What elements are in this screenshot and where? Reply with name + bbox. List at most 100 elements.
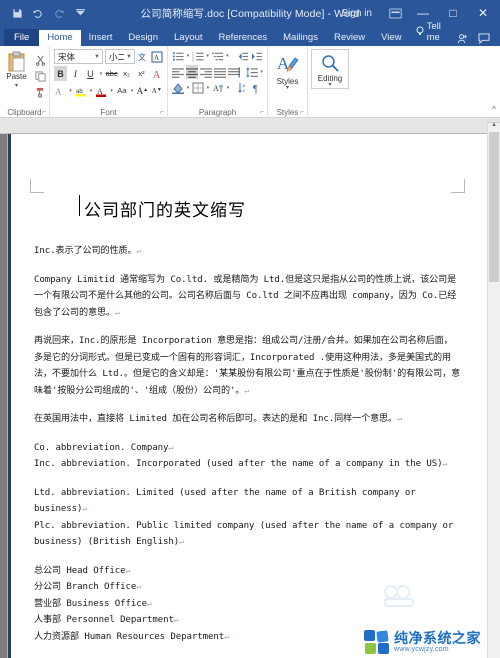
editing-button[interactable]: Editing ▾: [311, 49, 349, 89]
shadow-caret-icon[interactable]: ▾: [68, 88, 72, 94]
vertical-scrollbar[interactable]: ▲: [487, 118, 500, 658]
text-highlight-color-icon[interactable]: ab: [75, 83, 87, 98]
change-case-caret-icon[interactable]: ▾: [130, 88, 134, 94]
align-left-icon[interactable]: [172, 65, 184, 79]
cut-icon[interactable]: [34, 53, 48, 67]
customize-quick-access-icon[interactable]: [71, 4, 89, 22]
subscript-button[interactable]: x₂: [120, 66, 133, 81]
tab-references[interactable]: References: [211, 30, 276, 47]
multilevel-caret-icon[interactable]: ▾: [226, 53, 230, 59]
ghost-watermark: [379, 583, 425, 612]
bullets-caret-icon[interactable]: ▾: [186, 53, 190, 59]
styles-caret-icon[interactable]: ▾: [286, 85, 289, 91]
pilcrow-icon: ↵: [136, 582, 141, 591]
bold-button[interactable]: B: [54, 66, 67, 81]
undo-icon[interactable]: [29, 4, 47, 22]
editing-caret-icon[interactable]: ▾: [328, 82, 331, 88]
borders-caret-icon[interactable]: ▾: [206, 85, 210, 91]
document-heading: 公司部门的英文缩写: [79, 195, 461, 221]
word-window: 公司简称缩写.doc [Compatibility Mode] - Word S…: [0, 0, 500, 658]
text-highlight-shadow-icon[interactable]: A: [54, 83, 66, 98]
line-spacing-caret-icon[interactable]: ▾: [260, 69, 263, 75]
close-button[interactable]: ✕: [468, 0, 498, 26]
distributed-align-icon[interactable]: [228, 65, 240, 79]
ribbon-display-options-icon[interactable]: [382, 3, 408, 23]
align-center-icon[interactable]: [186, 65, 198, 79]
increase-indent-icon[interactable]: [251, 49, 263, 63]
split-window-handle[interactable]: [488, 118, 500, 123]
styles-dialog-launcher[interactable]: ⌐: [300, 109, 304, 116]
sort-icon[interactable]: AZ: [237, 81, 249, 95]
document-content[interactable]: 公司部门的英文缩写 Inc.表示了公司的性质。↵ Company Limitid…: [8, 134, 487, 645]
share-account-icon[interactable]: [452, 30, 472, 46]
multilevel-list-icon[interactable]: [211, 49, 224, 63]
paste-button[interactable]: Paste ▾: [2, 51, 32, 99]
numbering-caret-icon[interactable]: ▾: [206, 53, 210, 59]
paragraph-row-2: ▾: [172, 65, 263, 79]
font-row-2: B I U ▾ abc x₂ x² A: [54, 66, 163, 81]
copy-icon[interactable]: [34, 69, 48, 83]
superscript-button[interactable]: x²: [135, 66, 148, 81]
styles-button[interactable]: A Styles ▾: [269, 49, 307, 91]
redo-icon[interactable]: [50, 4, 68, 22]
pilcrow-icon: ↵: [125, 565, 131, 575]
tab-review[interactable]: Review: [326, 30, 373, 47]
pilcrow-icon: ↵: [173, 615, 179, 624]
horizontal-ruler[interactable]: [0, 118, 500, 134]
tab-file[interactable]: File: [4, 28, 40, 46]
tab-layout[interactable]: Layout: [166, 30, 211, 47]
tell-me-box[interactable]: Tell me: [410, 18, 452, 46]
chevron-down-icon[interactable]: ▼: [92, 54, 100, 60]
tab-home[interactable]: Home: [39, 29, 81, 46]
font-dialog-launcher[interactable]: ⌐: [160, 109, 164, 116]
paragraph-dialog-launcher[interactable]: ⌐: [260, 109, 264, 116]
shading-caret-icon[interactable]: ▾: [186, 85, 190, 91]
clipboard-dialog-launcher[interactable]: ⌐: [42, 109, 46, 116]
group-paragraph: ▾ 123 ▾ ▾ ▾ ▾ ▾ A ▾ A Z ¶ Paragraph ⌐: [168, 46, 268, 118]
tab-view[interactable]: View: [373, 30, 409, 47]
strikethrough-button[interactable]: abc: [105, 66, 118, 81]
font-color-icon[interactable]: A: [95, 83, 107, 98]
line-spacing-icon[interactable]: [246, 65, 259, 79]
grow-font-icon[interactable]: A ▲: [136, 83, 148, 98]
comments-icon[interactable]: [474, 30, 494, 46]
shading-icon[interactable]: [172, 81, 184, 95]
pilcrow-icon: ↵: [442, 459, 448, 468]
text-effects-icon[interactable]: A: [150, 66, 163, 81]
font-color-caret-icon[interactable]: ▾: [110, 88, 114, 94]
asian-layout-caret-icon[interactable]: ▾: [226, 85, 230, 91]
borders-icon[interactable]: [192, 81, 204, 95]
character-border-icon[interactable]: A: [151, 49, 163, 64]
format-painter-icon[interactable]: [34, 85, 48, 99]
change-case-button[interactable]: Aa: [116, 83, 128, 98]
justify-icon[interactable]: [214, 65, 226, 79]
document-page[interactable]: 公司部门的英文缩写 Inc.表示了公司的性质。↵ Company Limitid…: [8, 134, 487, 658]
align-right-icon[interactable]: [200, 65, 212, 79]
highlight-caret-icon[interactable]: ▾: [89, 88, 93, 94]
bullets-icon[interactable]: [172, 49, 184, 63]
show-formatting-marks-icon[interactable]: ¶: [251, 81, 263, 95]
collapse-ribbon-icon[interactable]: ^: [492, 105, 496, 114]
font-size-combo[interactable]: 小二 ▼: [105, 49, 135, 64]
chevron-down-icon[interactable]: ▼: [124, 54, 132, 60]
phonetic-guide-icon[interactable]: 文: [137, 49, 149, 64]
underline-button[interactable]: U: [84, 66, 97, 81]
save-icon[interactable]: [8, 4, 26, 22]
tab-design[interactable]: Design: [120, 30, 166, 47]
scrollbar-thumb[interactable]: [489, 132, 499, 282]
paragraph-row-3: ▾ ▾ A ▾ AZ ¶: [172, 81, 263, 95]
font-name-combo[interactable]: 宋体 ▼: [54, 49, 103, 64]
decrease-indent-icon[interactable]: [237, 49, 249, 63]
font-size-value: 小二: [109, 51, 125, 62]
paste-caret-icon[interactable]: ▾: [15, 82, 18, 89]
shrink-font-icon[interactable]: A ▼: [151, 83, 163, 98]
sign-in-button[interactable]: Sign in: [331, 8, 382, 19]
tab-insert[interactable]: Insert: [81, 30, 121, 47]
italic-button[interactable]: I: [69, 66, 82, 81]
document-area: 公司部门的英文缩写 Inc.表示了公司的性质。↵ Company Limitid…: [0, 118, 500, 658]
numbering-icon[interactable]: 123: [192, 49, 204, 63]
underline-caret-icon[interactable]: ▾: [99, 71, 103, 77]
clipboard-mini-buttons: [34, 51, 48, 99]
asian-layout-icon[interactable]: A: [212, 81, 224, 95]
tab-mailings[interactable]: Mailings: [275, 30, 326, 47]
